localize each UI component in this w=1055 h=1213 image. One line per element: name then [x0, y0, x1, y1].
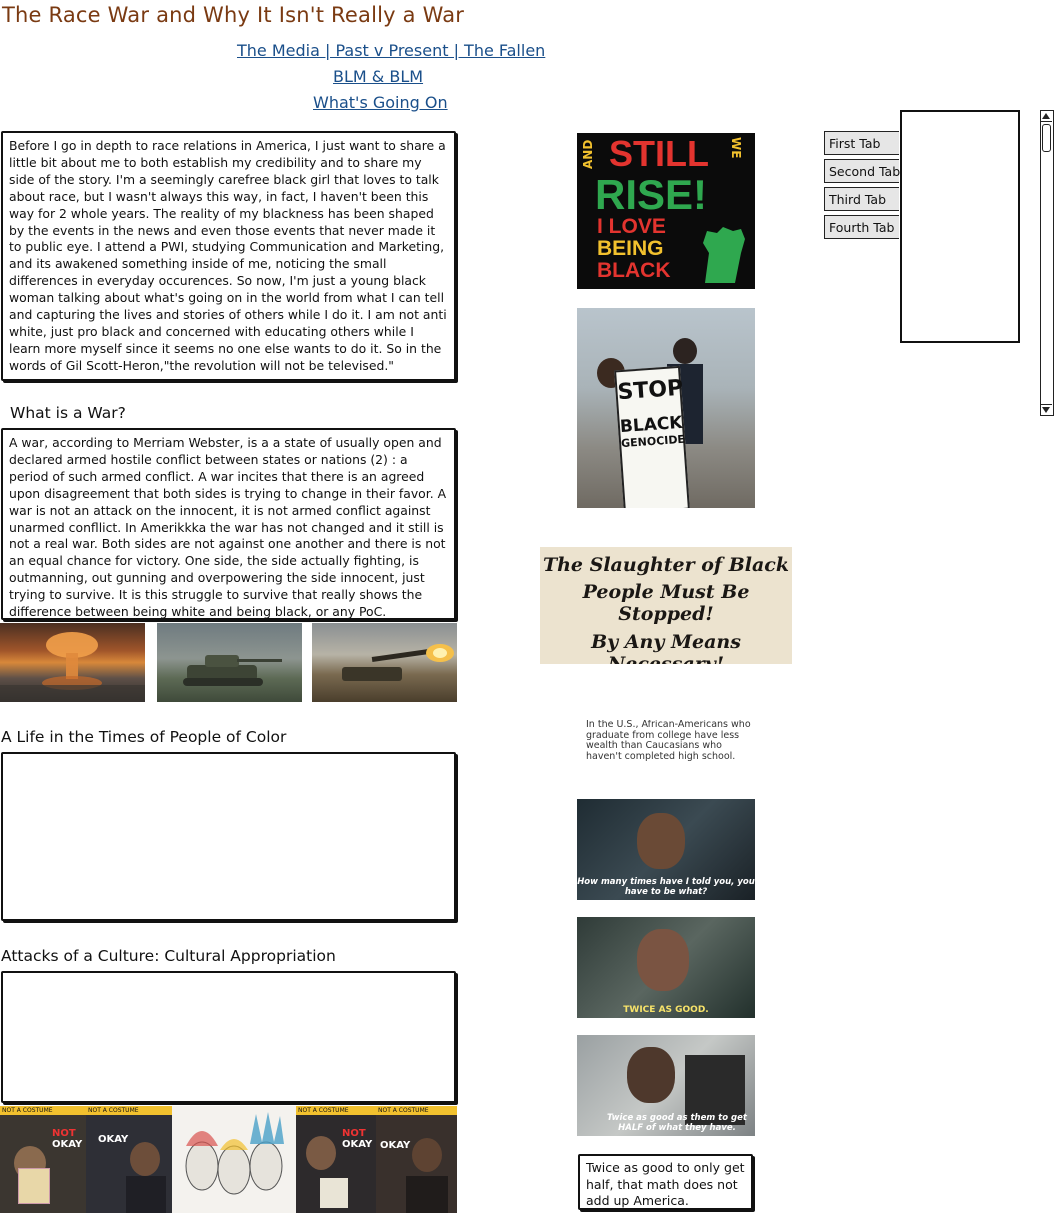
protest-sign: STOP BLACK GENOCIDE — [614, 365, 690, 508]
tab-third[interactable]: Third Tab — [824, 187, 899, 211]
intro-text-box: Before I go in depth to race relations i… — [1, 131, 456, 381]
gif-caption-2: TWICE AS GOOD. — [623, 1005, 709, 1015]
nav-link-media[interactable]: The Media | Past v Present | The Fallen — [237, 41, 545, 60]
wealth-stat-text: In the U.S., African-Americans who gradu… — [586, 720, 751, 762]
rise-and-text: AND — [581, 139, 595, 169]
scroll-up-button[interactable] — [1041, 111, 1052, 122]
person-head — [130, 1142, 160, 1176]
artillery-graphic — [342, 644, 454, 681]
not-a-costume-poster-2: NOT A COSTUME OKAY — [86, 1106, 172, 1213]
person-body — [406, 1176, 448, 1213]
artillery-image — [312, 623, 457, 702]
person-body — [126, 1176, 166, 1213]
war-heading: What is a War? — [10, 404, 126, 422]
vertical-scrollbar[interactable] — [1040, 110, 1054, 416]
poster-okay: OKAY — [98, 1134, 129, 1145]
final-note-text: Twice as good to only get half, that mat… — [586, 1160, 745, 1208]
page-title: The Race War and Why It Isn't Really a W… — [2, 3, 465, 27]
explosion-image — [0, 623, 145, 702]
scroll-down-button[interactable] — [1041, 404, 1052, 415]
headdress-graphic — [185, 1112, 284, 1195]
actor-head — [627, 1047, 675, 1103]
sign-stop: STOP — [616, 375, 685, 406]
tab-first[interactable]: First Tab — [824, 131, 899, 155]
tab-first-label: First Tab — [829, 136, 881, 151]
rise-black-text: BLACK — [597, 259, 671, 282]
poster-line-2: People Must Be Stopped! — [582, 581, 750, 625]
officer-head — [673, 338, 697, 364]
tab-panel — [900, 110, 1020, 343]
gif-caption-1: How many times have I told you, you have… — [577, 877, 755, 897]
mushroom-cloud-graphic — [0, 632, 145, 702]
life-heading: A Life in the Times of People of Color — [1, 728, 287, 746]
raised-fist-icon — [703, 227, 745, 283]
person-head — [412, 1138, 442, 1172]
gif-caption-3: Twice as good as them to get HALF of wha… — [607, 1113, 747, 1133]
actor-head — [637, 813, 685, 869]
poster-tag: NOT A COSTUME — [86, 1106, 172, 1115]
held-photo — [18, 1168, 50, 1204]
rise-rise-text: RISE! — [595, 171, 708, 218]
tab-fourth-label: Fourth Tab — [829, 220, 895, 235]
poster-okay: OKAY — [342, 1139, 373, 1150]
tank-image — [157, 623, 302, 702]
tank-graphic — [183, 655, 282, 686]
poster-tag: NOT A COSTUME — [376, 1106, 457, 1115]
actor-head — [637, 929, 689, 991]
poster-line-3: By Any Means Necessary! — [591, 631, 741, 664]
tab-second[interactable]: Second Tab — [824, 159, 901, 183]
held-photo — [320, 1178, 348, 1208]
poster-okay: OKAY — [380, 1140, 411, 1151]
scroll-up-icon — [1042, 113, 1050, 119]
poster-tag: NOT A COSTUME — [296, 1106, 376, 1115]
still-we-rise-image: AND STILL WE RISE! I LOVE BEING BLACK — [577, 133, 755, 289]
rise-still-text: STILL — [609, 133, 709, 174]
poster-tag: NOT A COSTUME — [0, 1106, 86, 1115]
poster-okay: OKAY — [52, 1139, 83, 1150]
war-text-box: A war, according to Merriam Webster, is … — [1, 428, 456, 620]
rise-being-text: BEING — [597, 237, 664, 260]
not-a-costume-poster-4: NOT A COSTUME OKAY — [376, 1106, 457, 1213]
wealth-statistic-image: In the U.S., African-Americans who gradu… — [586, 720, 754, 782]
culture-heading: Attacks of a Culture: Cultural Appropria… — [1, 947, 336, 965]
tab-third-label: Third Tab — [829, 192, 887, 207]
poster-not: NOT — [342, 1128, 366, 1139]
gif-frame-1: How many times have I told you, you have… — [577, 799, 755, 900]
gif-frame-3: Twice as good as them to get HALF of wha… — [577, 1035, 755, 1136]
life-text-box — [1, 752, 456, 921]
intro-text: Before I go in depth to race relations i… — [9, 138, 447, 373]
poster-not: NOT — [52, 1128, 76, 1139]
rise-ilove-text: I LOVE — [597, 215, 666, 238]
nav-link-whats-going-on[interactable]: What's Going On — [313, 93, 448, 112]
scroll-thumb[interactable] — [1042, 124, 1051, 152]
culture-text-box — [1, 971, 456, 1103]
not-a-costume-poster-1: NOT A COSTUME NOT OKAY — [0, 1106, 86, 1213]
rise-we-text: WE — [729, 137, 743, 159]
poster-line-1: The Slaughter of Black — [542, 554, 790, 576]
scroll-down-icon — [1042, 407, 1050, 413]
not-a-costume-poster-3: NOT A COSTUME NOT OKAY — [296, 1106, 376, 1213]
war-text: A war, according to Merriam Webster, is … — [9, 435, 447, 620]
slaughter-poster: The Slaughter of Black People Must Be St… — [540, 547, 792, 664]
person-head — [306, 1136, 336, 1170]
nav-link-blm[interactable]: BLM & BLM — [333, 67, 423, 86]
tab-fourth[interactable]: Fourth Tab — [824, 215, 899, 239]
headdress-illustration — [172, 1106, 296, 1213]
final-note-box: Twice as good to only get half, that mat… — [578, 1154, 753, 1210]
stop-black-genocide-image: STOP BLACK GENOCIDE — [577, 308, 755, 508]
gif-frame-2: TWICE AS GOOD. — [577, 917, 755, 1018]
tab-second-label: Second Tab — [829, 164, 901, 179]
